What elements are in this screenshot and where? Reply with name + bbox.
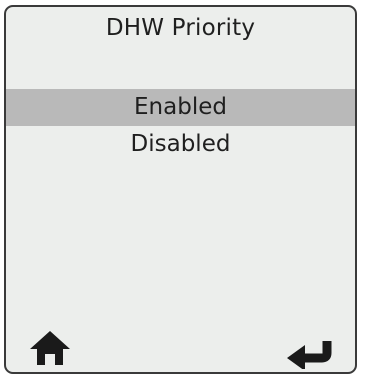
display-screen: DHW Priority Enabled Disabled — [4, 5, 357, 374]
option-enabled[interactable]: Enabled — [6, 89, 355, 126]
back-button[interactable] — [285, 329, 339, 369]
home-icon — [30, 331, 70, 365]
option-disabled[interactable]: Disabled — [6, 126, 355, 163]
page-title: DHW Priority — [105, 15, 256, 41]
options-list: Enabled Disabled — [6, 89, 355, 163]
home-button[interactable] — [28, 329, 72, 369]
back-arrow-icon — [287, 341, 332, 369]
